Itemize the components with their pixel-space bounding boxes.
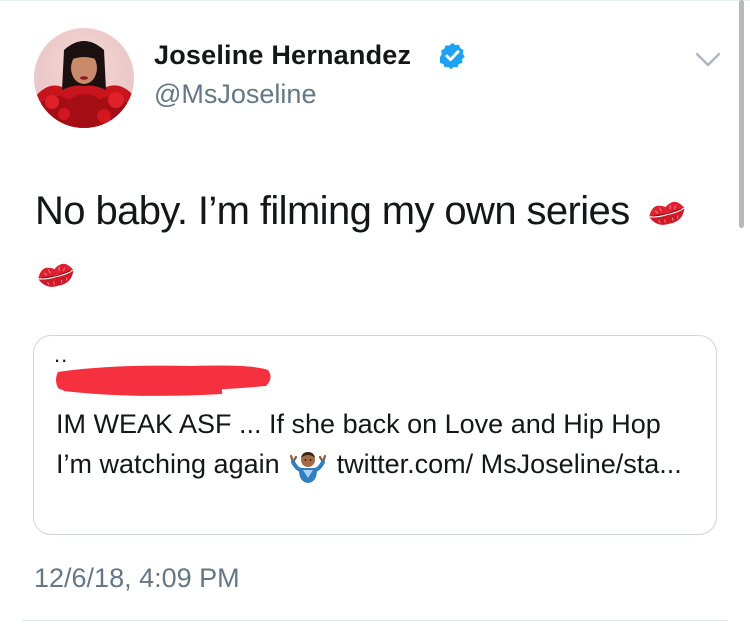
redaction-mark-icon [56, 365, 271, 396]
profile-photo-icon [34, 28, 134, 128]
author-handle[interactable]: @MsJoseline [154, 79, 316, 110]
person-shrugging-icon [289, 448, 327, 484]
quoted-tweet-text-part2: twitter.com/ MsJoseline/sta... [329, 449, 682, 479]
author-name[interactable]: Joseline Hernandez [154, 40, 411, 71]
quoted-tweet-text: IM WEAK ASF ... If she back on Love and … [56, 404, 696, 484]
bottom-divider [22, 620, 728, 621]
kiss-mark-icon [646, 196, 688, 230]
tweet-body: No baby. I’m filming my own series [35, 189, 630, 233]
quoted-tweet-card[interactable]: .. IM WEAK ASF ... If she back on Love a… [33, 335, 717, 535]
chevron-down-icon[interactable] [694, 50, 722, 70]
verified-badge-icon [439, 42, 465, 70]
tweet-timestamp[interactable]: 12/6/18, 4:09 PM [34, 563, 240, 594]
tweet-view: Joseline Hernandez @MsJoseline No baby. … [0, 0, 750, 630]
top-divider [0, 0, 750, 1]
kiss-mark-icon [35, 258, 77, 292]
tweet-text: No baby. I’m filming my own series [35, 180, 695, 304]
avatar[interactable] [34, 28, 134, 128]
scrollbar[interactable] [739, 0, 744, 228]
